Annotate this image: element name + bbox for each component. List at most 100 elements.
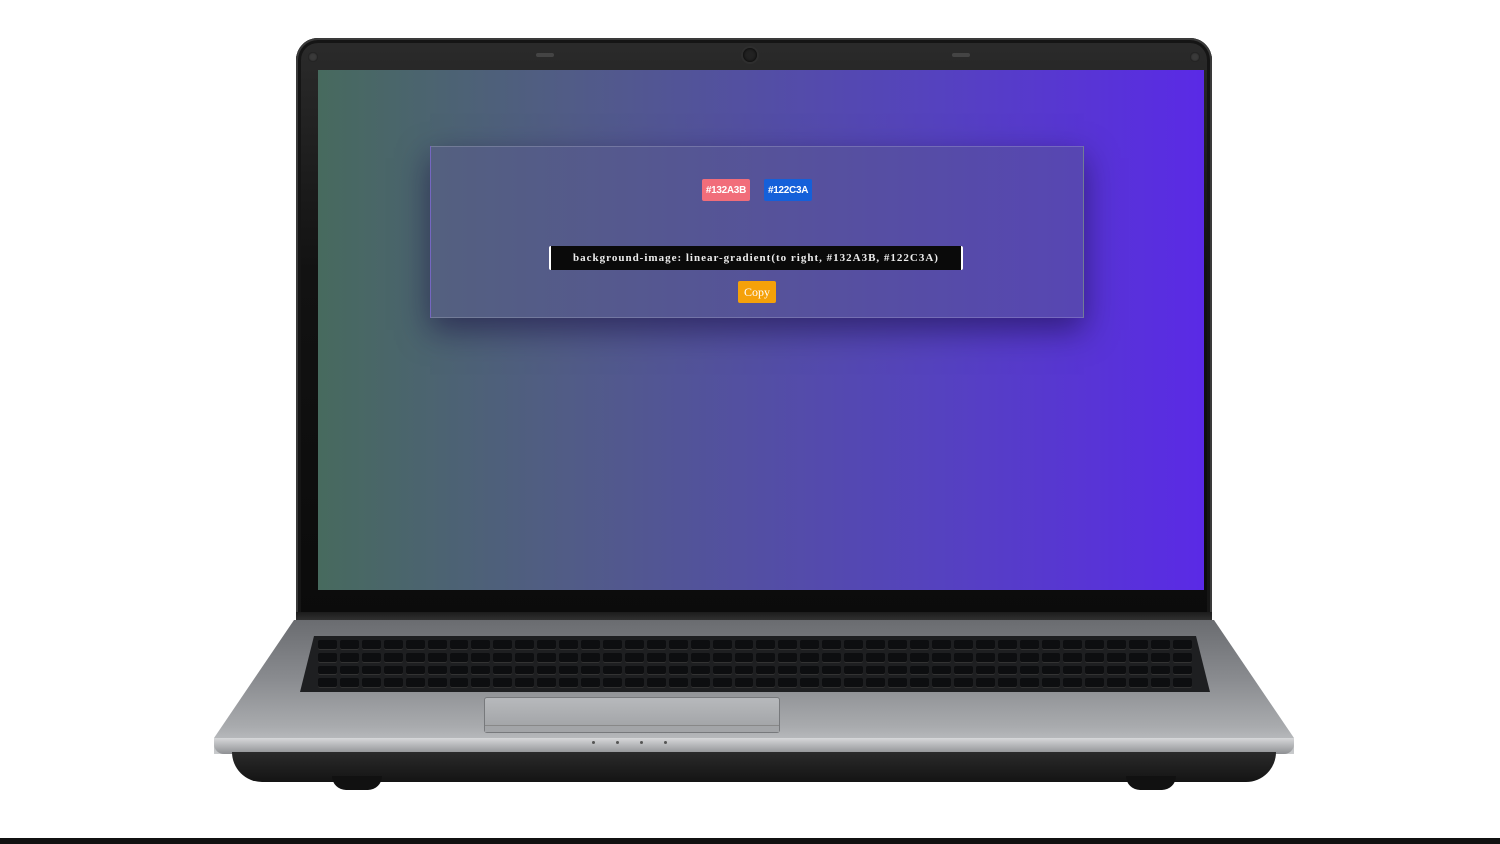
- keyboard-key: [778, 652, 798, 663]
- keyboard-key: [493, 665, 513, 676]
- keyboard-key: [909, 665, 929, 676]
- keyboard-key: [822, 678, 842, 688]
- keyboard-key: [427, 678, 447, 688]
- keyboard-key: [866, 640, 886, 650]
- keyboard-key: [361, 652, 381, 663]
- keyboard-key: [800, 652, 820, 663]
- keyboard-key: [1041, 640, 1061, 650]
- keyboard-key: [361, 678, 381, 688]
- keyboard-key: [537, 652, 557, 663]
- keyboard-key: [1107, 640, 1127, 650]
- keyboard-key: [756, 640, 776, 650]
- keyboard-key: [931, 652, 951, 663]
- keyboard-key: [383, 665, 403, 676]
- keyboard-key: [1129, 652, 1149, 663]
- keyboard-key: [756, 665, 776, 676]
- keyboard-key: [537, 640, 557, 650]
- keyboard-key: [844, 678, 864, 688]
- keyboard-key: [1107, 652, 1127, 663]
- keyboard-key: [953, 640, 973, 650]
- page-bottom-border: [0, 838, 1500, 844]
- rubber-foot: [332, 776, 382, 790]
- keyboard-key: [866, 665, 886, 676]
- keyboard-key: [866, 652, 886, 663]
- keyboard-key: [449, 652, 469, 663]
- keyboard-key: [581, 665, 601, 676]
- screw-icon: [308, 52, 318, 62]
- keyboard-key: [756, 678, 776, 688]
- keyboard: [300, 636, 1210, 692]
- keyboard-key: [778, 665, 798, 676]
- color-picker-row: #132A3B #122C3A: [431, 179, 1083, 201]
- keyboard-key: [515, 640, 535, 650]
- keyboard-key: [734, 665, 754, 676]
- keyboard-key: [537, 678, 557, 688]
- keyboard-key: [778, 640, 798, 650]
- keyboard-key: [405, 665, 425, 676]
- keyboard-key: [493, 678, 513, 688]
- keyboard-key: [1041, 652, 1061, 663]
- keyboard-key: [646, 665, 666, 676]
- keyboard-key: [1173, 652, 1192, 663]
- keyboard-key: [339, 640, 359, 650]
- keyboard-key: [690, 678, 710, 688]
- keyboard-key: [339, 665, 359, 676]
- keyboard-key: [1019, 678, 1039, 688]
- keyboard-key: [383, 678, 403, 688]
- color-one-button[interactable]: #132A3B: [701, 179, 750, 201]
- keyboard-key: [449, 678, 469, 688]
- keyboard-key: [1019, 652, 1039, 663]
- keyboard-key: [405, 640, 425, 650]
- keyboard-key: [427, 652, 447, 663]
- keyboard-key: [975, 640, 995, 650]
- keyboard-key: [734, 652, 754, 663]
- rubber-foot: [1126, 776, 1176, 790]
- keyboard-key: [668, 652, 688, 663]
- keyboard-key: [1019, 640, 1039, 650]
- copy-button[interactable]: Copy: [738, 281, 776, 303]
- keyboard-key: [1151, 665, 1171, 676]
- keyboard-key: [603, 640, 622, 650]
- keyboard-key: [888, 652, 907, 663]
- keyboard-key: [822, 652, 842, 663]
- keyboard-key: [646, 640, 666, 650]
- keyboard-key: [603, 678, 622, 688]
- keyboard-key: [471, 678, 491, 688]
- keyboard-key: [822, 665, 842, 676]
- keyboard-key: [997, 652, 1017, 663]
- keyboard-key: [339, 652, 359, 663]
- keyboard-key: [800, 678, 820, 688]
- keyboard-key: [734, 640, 754, 650]
- keyboard-key: [712, 678, 732, 688]
- keyboard-key: [318, 652, 337, 663]
- keyboard-key: [515, 665, 535, 676]
- keyboard-key: [1173, 678, 1192, 688]
- laptop-bottom-shell: [232, 752, 1276, 782]
- keyboard-key: [537, 665, 557, 676]
- keyboard-key: [712, 665, 732, 676]
- keyboard-key: [361, 640, 381, 650]
- keyboard-key: [931, 678, 951, 688]
- keyboard-key: [844, 652, 864, 663]
- keyboard-key: [844, 665, 864, 676]
- keyboard-key: [888, 678, 907, 688]
- keyboard-key: [1151, 652, 1171, 663]
- status-led-icon: [664, 741, 667, 744]
- webcam-icon: [743, 48, 757, 62]
- color-two-button[interactable]: #122C3A: [764, 179, 813, 201]
- keyboard-key: [318, 640, 337, 650]
- keyboard-key: [603, 652, 622, 663]
- keyboard-key: [405, 678, 425, 688]
- keyboard-key: [734, 678, 754, 688]
- keyboard-key: [427, 665, 447, 676]
- keyboard-key: [668, 665, 688, 676]
- keyboard-key: [1063, 678, 1083, 688]
- keyboard-key: [888, 640, 907, 650]
- keyboard-key: [931, 665, 951, 676]
- keyboard-key: [975, 652, 995, 663]
- keyboard-key: [646, 678, 666, 688]
- status-led-icon: [592, 741, 595, 744]
- keyboard-key: [624, 678, 644, 688]
- keyboard-key: [909, 652, 929, 663]
- keyboard-key: [866, 678, 886, 688]
